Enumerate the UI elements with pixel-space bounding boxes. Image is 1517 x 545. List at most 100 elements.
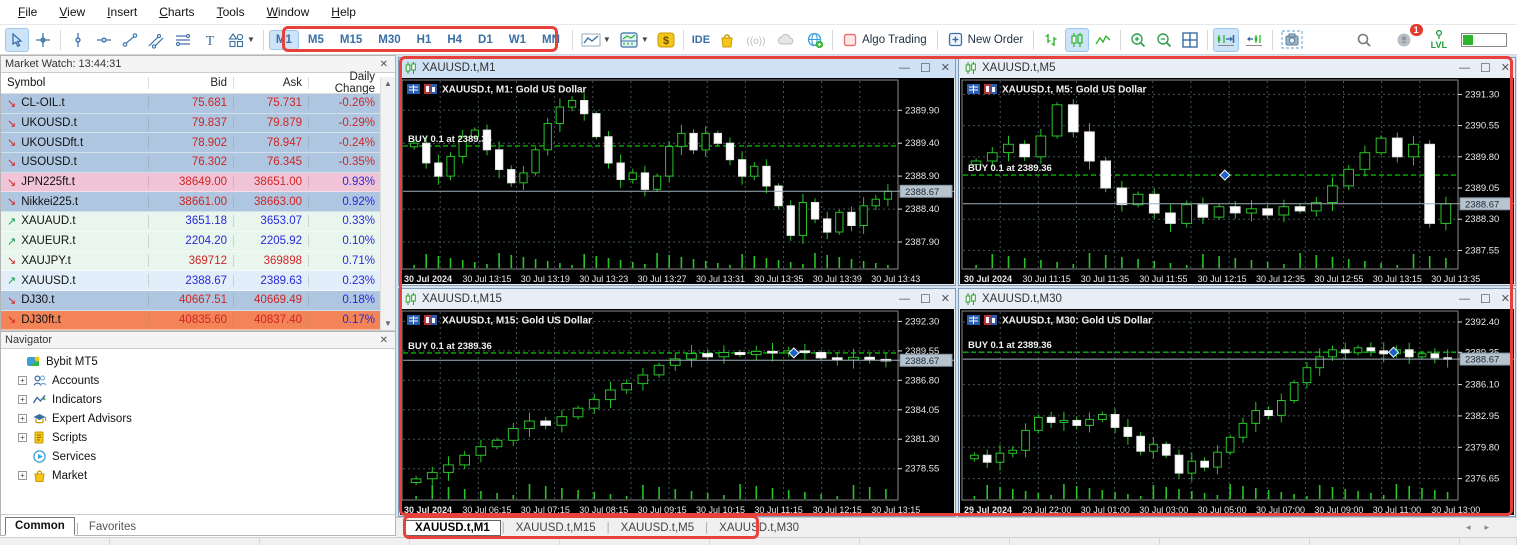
time-scale[interactable]: 29 Jul 2024 29 Jul 22:00 30 Jul 01:00 30 Ju… — [964, 505, 1480, 515]
chart-window-titlebar[interactable]: XAUUSD.t,M30 — ☐ ✕ — [959, 289, 1515, 309]
currency-icon[interactable]: $ — [654, 28, 678, 52]
market-bag-icon[interactable] — [715, 28, 739, 52]
menu-file[interactable]: File — [8, 2, 47, 22]
trade-open-marker[interactable] — [1387, 346, 1400, 358]
horizontal-line-icon[interactable] — [92, 28, 116, 52]
chart-window-xauusd-t-m5[interactable]: XAUUSD.t,M5 — ☐ ✕ 2391.30 2390.55 2389.80 2389.… — [958, 57, 1516, 286]
crosshair-icon[interactable] — [31, 28, 55, 52]
menu-view[interactable]: View — [49, 2, 95, 22]
price-scale[interactable]: 2389.90 2389.40 2388.90 2388.40 2387.90 2388.… — [898, 105, 953, 248]
candlestick-mode-icon[interactable] — [1065, 27, 1090, 52]
trade-open-marker[interactable] — [1219, 169, 1231, 181]
indicator-window-icon[interactable]: ▼ — [616, 28, 652, 52]
chart-window-xauusd-t-m30[interactable]: XAUUSD.t,M30—☐✕2392.402389.352386.102382… — [958, 288, 1516, 517]
navigator-item-market[interactable]: + Market — [5, 466, 395, 485]
timeframe-m15-button[interactable]: M15 — [333, 30, 369, 50]
webterminal-icon[interactable] — [803, 28, 827, 52]
price-scale[interactable]: 2392.302389.552386.802384.052381.302378.… — [898, 316, 953, 475]
timeframe-m1-button[interactable]: M1 — [268, 29, 299, 50]
maximize-icon[interactable]: ☐ — [1480, 62, 1491, 74]
pointer-icon[interactable] — [5, 27, 29, 52]
cloud-icon[interactable] — [773, 28, 801, 52]
chart-window-xauusd-t-m1[interactable]: XAUUSD.t,M1 — ☐ ✕ 2389.90 2389.40 2388.90 2388.… — [398, 57, 956, 286]
timeframe-w1-button[interactable]: W1 — [502, 30, 533, 50]
expand-icon[interactable]: + — [18, 376, 27, 385]
line-chart-mode-icon[interactable] — [1091, 28, 1115, 52]
minimize-icon[interactable]: — — [1459, 62, 1470, 74]
column-bid[interactable]: Bid — [149, 77, 234, 89]
channel-icon[interactable] — [144, 28, 168, 52]
chart-window-titlebar[interactable]: XAUUSD.t,M1 — ☐ ✕ — [399, 58, 955, 78]
tab-common[interactable]: Common — [5, 517, 75, 536]
new-order-button[interactable]: New Order — [943, 28, 1029, 52]
price-scale[interactable]: 2391.30 2390.55 2389.80 2389.05 2388.30 2387.… — [1458, 89, 1513, 256]
timeframe-m30-button[interactable]: M30 — [371, 30, 407, 50]
close-icon[interactable]: ✕ — [941, 293, 950, 305]
navigator-item-accounts[interactable]: + Accounts — [5, 371, 395, 390]
maximize-icon[interactable]: ☐ — [920, 62, 931, 74]
market-watch-row[interactable]: ↘ UKOUSD.t 79.837 79.879 -0.29% — [1, 113, 395, 134]
market-watch-row[interactable]: ↘ CL-OIL.t 75.681 75.731 -0.26% — [1, 94, 395, 114]
navigator-item-scripts[interactable]: + Scripts — [5, 428, 395, 447]
chart-canvas[interactable]: 2391.30 2390.55 2389.80 2389.05 2388.30 2387.… — [960, 78, 1514, 284]
time-scale[interactable]: 30 Jul 2024 30 Jul 11:15 30 Jul 11:35 30 Ju… — [964, 274, 1480, 284]
vertical-line-icon[interactable] — [66, 28, 90, 52]
ide-icon[interactable]: IDE — [689, 28, 713, 52]
timeframe-h4-button[interactable]: H4 — [440, 30, 469, 50]
trendline-icon[interactable] — [118, 28, 142, 52]
shapes-icon[interactable]: ▼ — [224, 28, 258, 52]
timeframe-m5-button[interactable]: M5 — [301, 30, 331, 50]
timeframe-d1-button[interactable]: D1 — [471, 30, 500, 50]
market-watch-row[interactable]: ↘ DJ30ft.t 40835.60 40837.40 0.17% — [1, 310, 395, 331]
column-symbol[interactable]: Symbol — [1, 77, 149, 89]
minimize-icon[interactable]: — — [1459, 293, 1470, 305]
column-daily-change[interactable]: Daily Change — [309, 71, 381, 95]
close-icon[interactable]: ✕ — [377, 59, 391, 70]
menu-help[interactable]: Help — [321, 2, 366, 22]
market-watch-row[interactable]: ↗ XAUAUD.t 3651.18 3653.07 0.33% — [1, 212, 395, 232]
chart-canvas[interactable]: 2392.402389.352386.102382.952379.802376.… — [960, 309, 1514, 515]
indicator-line-icon[interactable]: ▼ — [578, 28, 614, 52]
timeframe-h1-button[interactable]: H1 — [410, 30, 439, 50]
navigator-item-bybit-mt5[interactable]: +Bybit MT5 — [5, 352, 395, 371]
close-icon[interactable]: ✕ — [941, 62, 950, 74]
chart-tab-xauusd-t-m30[interactable]: XAUUSD.t,M30 — [709, 521, 809, 535]
timeframe-mn-button[interactable]: MN — [535, 30, 567, 50]
algo-trading-button[interactable]: Algo Trading — [838, 28, 932, 52]
shift-end-icon[interactable] — [1213, 27, 1240, 52]
market-watch-row[interactable]: ↘ UKOUSDft.t 78.902 78.947 -0.24% — [1, 133, 395, 154]
market-watch-row[interactable]: ↗ XAUUSD.t 2388.67 2389.63 0.23% — [1, 271, 395, 291]
market-watch-row[interactable]: ↘ JPN225ft.t 38649.00 38651.00 0.93% — [1, 172, 395, 193]
chart-tab-xauusd-t-m1[interactable]: XAUUSD.t,M1 — [404, 519, 501, 536]
maximize-icon[interactable]: ☐ — [920, 293, 931, 305]
menu-tools[interactable]: Tools — [207, 2, 255, 22]
expand-icon[interactable]: + — [18, 395, 27, 404]
zoom-in-icon[interactable] — [1126, 28, 1150, 52]
market-watch-row[interactable]: ↘ XAUJPY.t 369712 369898 0.71% — [1, 251, 395, 272]
text-label-icon[interactable]: T — [198, 28, 222, 52]
time-scale[interactable]: 30 Jul 2024 30 Jul 06:15 30 Jul 07:15 30 Ju… — [404, 505, 920, 515]
column-ask[interactable]: Ask — [234, 77, 309, 89]
maximize-icon[interactable]: ☐ — [1480, 293, 1491, 305]
screenshot-icon[interactable] — [1278, 28, 1306, 52]
navigator-item-expert-advisors[interactable]: + Expert Advisors — [5, 409, 395, 428]
navigator-item-services[interactable]: +Services — [5, 447, 395, 466]
navigator-item-indicators[interactable]: + Indicators — [5, 390, 395, 409]
expand-icon[interactable]: + — [18, 414, 27, 423]
search-icon[interactable] — [1352, 28, 1376, 52]
lvl-icon[interactable]: LVL — [1431, 29, 1447, 50]
expand-icon[interactable]: + — [18, 471, 27, 480]
chart-canvas[interactable]: 2389.90 2389.40 2388.90 2388.40 2387.90 2388.… — [400, 78, 954, 284]
close-icon[interactable]: ✕ — [1501, 293, 1510, 305]
bar-chart-mode-icon[interactable] — [1039, 28, 1063, 52]
menu-window[interactable]: Window — [257, 2, 320, 22]
market-watch-scrollbar[interactable]: ▲ ▼ — [380, 77, 395, 330]
menu-insert[interactable]: Insert — [97, 2, 147, 22]
chart-canvas[interactable]: 2392.30 2389.55 2386.80 2384.05 2381.30 2378.… — [400, 309, 954, 515]
tab-favorites[interactable]: Favorites — [80, 519, 145, 535]
chart-window-titlebar[interactable]: XAUUSD.t,M15 — ☐ ✕ — [399, 289, 955, 309]
market-watch-row[interactable]: ↘ USOUSD.t 76.302 76.345 -0.35% — [1, 153, 395, 173]
notifications-icon[interactable]: 1 — [1392, 24, 1423, 52]
equidistant-lines-icon[interactable] — [170, 28, 196, 52]
chart-tab-xauusd-t-m5[interactable]: XAUUSD.t,M5 — [611, 521, 705, 535]
